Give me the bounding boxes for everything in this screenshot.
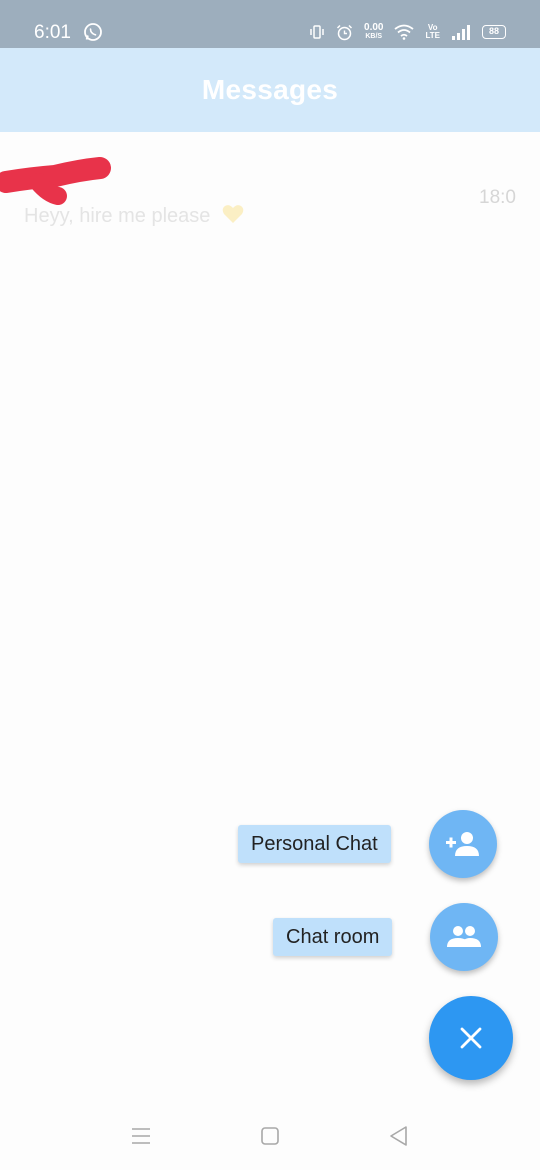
add-person-icon	[445, 832, 479, 856]
chat-room-label[interactable]: Chat room	[273, 918, 393, 956]
personal-chat-button[interactable]	[428, 810, 497, 878]
status-time: 6:01	[34, 22, 71, 43]
conversation-preview: Heyy, hire me please	[24, 204, 244, 228]
page-title: Messages	[201, 74, 339, 105]
home-button[interactable]	[258, 1124, 282, 1148]
signal-icon	[452, 25, 470, 40]
whatsapp-icon	[84, 23, 102, 41]
chat-room-button[interactable]	[430, 903, 499, 971]
battery-icon: 88	[482, 25, 506, 39]
wifi-icon	[394, 24, 415, 40]
yellow-heart-icon	[222, 205, 244, 223]
net-speed: 0.00 KB/S	[364, 22, 384, 41]
app-bar: Messages	[0, 48, 540, 132]
personal-chat-label[interactable]: Personal Chat	[238, 825, 391, 863]
conversation-item[interactable]: Heyy, hire me please 18:0	[0, 144, 540, 234]
volte-indicator: Vo LTE	[425, 23, 440, 40]
personal-chat-row: Personal Chat	[238, 810, 497, 878]
alarm-icon	[336, 24, 353, 40]
chat-room-row: Chat room	[273, 903, 499, 971]
conversation-time: 18:0	[479, 187, 516, 208]
back-icon	[390, 1126, 407, 1146]
menu-button[interactable]	[129, 1124, 153, 1148]
back-button[interactable]	[386, 1124, 410, 1148]
vibrate-icon	[310, 25, 324, 39]
menu-icon	[132, 1128, 150, 1144]
redacted-name	[0, 157, 111, 205]
home-icon	[261, 1127, 279, 1145]
system-nav-bar	[0, 1102, 540, 1170]
status-bar: 6:01 0.00 KB/S Vo LTE 88	[0, 0, 540, 48]
status-icons: 0.00 KB/S Vo LTE 88	[309, 20, 506, 44]
close-icon	[460, 1027, 482, 1049]
group-icon	[447, 926, 482, 947]
close-fab-button[interactable]	[429, 996, 513, 1080]
